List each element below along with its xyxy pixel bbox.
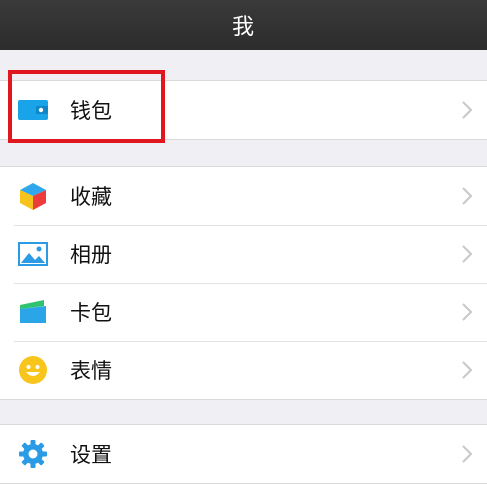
chevron-right-icon bbox=[462, 101, 473, 119]
smiley-face-icon bbox=[19, 356, 47, 384]
menu-item-label: 设置 bbox=[70, 443, 112, 467]
menu-group-personal: 收藏 相册 卡包 表情 bbox=[0, 166, 487, 400]
menu-item-card-wallet[interactable]: 卡包 bbox=[0, 283, 487, 341]
menu-item-wallet[interactable]: 钱包 bbox=[0, 81, 487, 139]
chevron-right-icon bbox=[462, 361, 473, 379]
chevron-right-icon bbox=[462, 187, 473, 205]
menu-item-settings[interactable]: 设置 bbox=[0, 425, 487, 483]
menu-item-label: 收藏 bbox=[70, 185, 112, 209]
menu-item-album[interactable]: 相册 bbox=[0, 225, 487, 283]
album-picture-icon bbox=[18, 242, 48, 266]
menu-item-label: 钱包 bbox=[70, 99, 112, 123]
card-wallet-icon bbox=[20, 300, 46, 323]
menu-item-label: 表情 bbox=[70, 359, 112, 383]
navigation-bar: 我 bbox=[0, 0, 487, 50]
gear-icon bbox=[19, 440, 47, 468]
menu-item-stickers[interactable]: 表情 bbox=[0, 341, 487, 399]
menu-group-settings: 设置 bbox=[0, 424, 487, 484]
menu-item-favorites[interactable]: 收藏 bbox=[0, 167, 487, 225]
menu-item-label: 卡包 bbox=[70, 301, 112, 325]
chevron-right-icon bbox=[462, 245, 473, 263]
page-title: 我 bbox=[231, 15, 255, 40]
favorites-cube-icon bbox=[20, 183, 46, 210]
wallet-icon bbox=[18, 100, 48, 120]
menu-item-label: 相册 bbox=[70, 243, 112, 267]
menu-group-wallet: 钱包 bbox=[0, 80, 487, 140]
chevron-right-icon bbox=[462, 445, 473, 463]
chevron-right-icon bbox=[462, 303, 473, 321]
